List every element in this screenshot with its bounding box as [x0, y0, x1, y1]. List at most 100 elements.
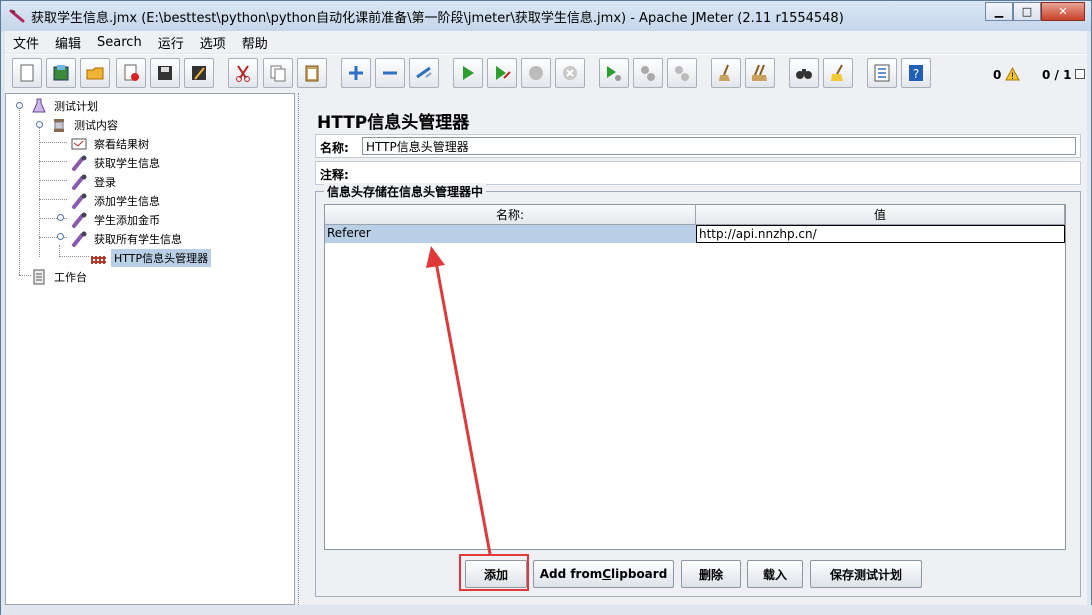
close-plan-button[interactable]: [116, 58, 146, 88]
close-button[interactable]: ✕: [1041, 2, 1085, 21]
toggle-button[interactable]: [409, 58, 439, 88]
close-file-icon: [124, 64, 139, 81]
save-as-button[interactable]: [184, 58, 214, 88]
tree-expand-handle[interactable]: [57, 233, 64, 240]
spool-icon: [50, 116, 68, 134]
tree-node-sampler[interactable]: 登录: [70, 173, 119, 191]
header-value-cell[interactable]: http://api.nnzhp.cn/: [696, 225, 1065, 243]
copy-button[interactable]: [263, 58, 293, 88]
menu-options[interactable]: 选项: [192, 33, 234, 52]
tree-expand-handle[interactable]: [36, 121, 43, 128]
play-no-timer-icon: [496, 66, 511, 80]
error-count: 0: [993, 68, 1002, 82]
function-helper-button[interactable]: [867, 58, 897, 88]
jmeter-feather-icon: [9, 9, 25, 23]
pipette-icon: [70, 192, 88, 210]
menu-file[interactable]: 文件: [5, 33, 47, 52]
remote-play-icon: [607, 66, 621, 81]
jmeter-window: 获取学生信息.jmx (E:\besttest\python\python自动化…: [0, 0, 1092, 615]
tree-node-sampler[interactable]: 获取所有学生信息: [70, 230, 185, 248]
stop-button[interactable]: [521, 58, 551, 88]
save-button[interactable]: [150, 58, 180, 88]
tree-node-test-plan[interactable]: 测试计划: [30, 97, 101, 115]
name-input[interactable]: [362, 137, 1076, 155]
column-header-name[interactable]: 名称:: [325, 205, 696, 225]
title-bar[interactable]: 获取学生信息.jmx (E:\besttest\python\python自动化…: [1, 1, 1091, 31]
reset-search-button[interactable]: [823, 58, 853, 88]
scissors-icon: [236, 65, 250, 82]
column-header-value[interactable]: 值: [696, 205, 1065, 225]
tree-node-view-results[interactable]: 察看结果树: [70, 135, 152, 153]
tree-node-sampler[interactable]: 学生添加金币: [70, 211, 163, 229]
window-title: 获取学生信息.jmx (E:\besttest\python\python自动化…: [31, 11, 844, 26]
broom-icon: [719, 64, 730, 81]
menu-edit[interactable]: 编辑: [47, 33, 89, 52]
clear-all-button[interactable]: [745, 58, 775, 88]
copy-icon: [270, 65, 286, 82]
brooms-icon: [752, 64, 767, 81]
tree-node-header-manager[interactable]: HTTP信息头管理器: [90, 249, 212, 267]
paste-button[interactable]: [297, 58, 327, 88]
svg-text:?: ?: [913, 67, 919, 81]
tree-node-sampler[interactable]: 添加学生信息: [70, 192, 163, 210]
headers-group: 信息头存储在信息头管理器中 名称: 值 Referer http://api.n…: [315, 183, 1081, 597]
start-no-pauses-button[interactable]: [487, 58, 517, 88]
clear-button[interactable]: [711, 58, 741, 88]
menu-search[interactable]: Search: [89, 35, 150, 50]
headers-table: 名称: 值 Referer http://api.nnzhp.cn/: [324, 204, 1066, 550]
save-test-plan-button[interactable]: 保存测试计划: [810, 560, 922, 588]
delete-button[interactable]: 删除: [681, 560, 741, 588]
binoculars-icon: [796, 69, 812, 79]
start-button[interactable]: [453, 58, 483, 88]
tree-label: 获取学生信息: [94, 157, 160, 170]
menu-run[interactable]: 运行: [150, 33, 192, 52]
cut-button[interactable]: [228, 58, 258, 88]
tree-node-sampler[interactable]: 获取学生信息: [70, 154, 163, 172]
workbench-clipboard-icon: [30, 268, 48, 286]
split-pane-divider[interactable]: [295, 93, 305, 605]
toolbar: ? 0 ! 0 / 1: [5, 54, 1087, 93]
comment-input[interactable]: [362, 164, 1076, 182]
tree-label: 测试计划: [54, 100, 98, 113]
remote-stop-button[interactable]: [633, 58, 663, 88]
collapse-button[interactable]: [375, 58, 405, 88]
tree-node-thread-group[interactable]: 测试内容: [50, 116, 121, 134]
add-from-clipboard-button[interactable]: Add from Clipboard: [533, 560, 674, 588]
help-button[interactable]: ?: [901, 58, 931, 88]
comment-label: 注释:: [320, 168, 349, 182]
templates-button[interactable]: [46, 58, 76, 88]
pipette-icon: [70, 230, 88, 248]
search-button[interactable]: [789, 58, 819, 88]
tree-expand-handle[interactable]: [57, 214, 64, 221]
menu-help[interactable]: 帮助: [234, 33, 276, 52]
annotation-highlight-box: [459, 554, 529, 591]
tree-node-workbench[interactable]: 工作台: [30, 268, 90, 286]
save-disk-icon: [158, 66, 172, 80]
pipette-icon: [70, 173, 88, 191]
menu-bar: 文件 编辑 Search 运行 选项 帮助: [5, 31, 1087, 53]
clipboard-icon: [305, 65, 319, 82]
shutdown-button[interactable]: [555, 58, 585, 88]
tree-label: 察看结果树: [94, 138, 149, 151]
toggle-wand-icon: [416, 66, 432, 79]
pipette-icon: [70, 211, 88, 229]
mnemonic-letter: C: [602, 567, 612, 581]
warning-icon[interactable]: !: [1005, 67, 1020, 81]
expand-button[interactable]: [341, 58, 371, 88]
open-button[interactable]: [80, 58, 110, 88]
flask-icon: [30, 97, 48, 115]
remote-start-button[interactable]: [599, 58, 629, 88]
remote-shutdown-button[interactable]: [667, 58, 697, 88]
templates-icon: [53, 65, 69, 81]
new-button[interactable]: [12, 58, 42, 88]
minimize-button[interactable]: ▁: [985, 2, 1013, 21]
tree-label: 测试内容: [74, 119, 118, 132]
remote-stop-icon: [641, 66, 655, 81]
tree-expand-handle[interactable]: [16, 102, 23, 109]
new-file-icon: [20, 64, 34, 82]
load-button[interactable]: 载入: [747, 560, 803, 588]
header-name-cell[interactable]: Referer: [325, 225, 696, 243]
broom-yellow-icon: [831, 64, 843, 81]
help-book-icon: ?: [909, 65, 923, 81]
maximize-button[interactable]: □: [1013, 2, 1041, 21]
